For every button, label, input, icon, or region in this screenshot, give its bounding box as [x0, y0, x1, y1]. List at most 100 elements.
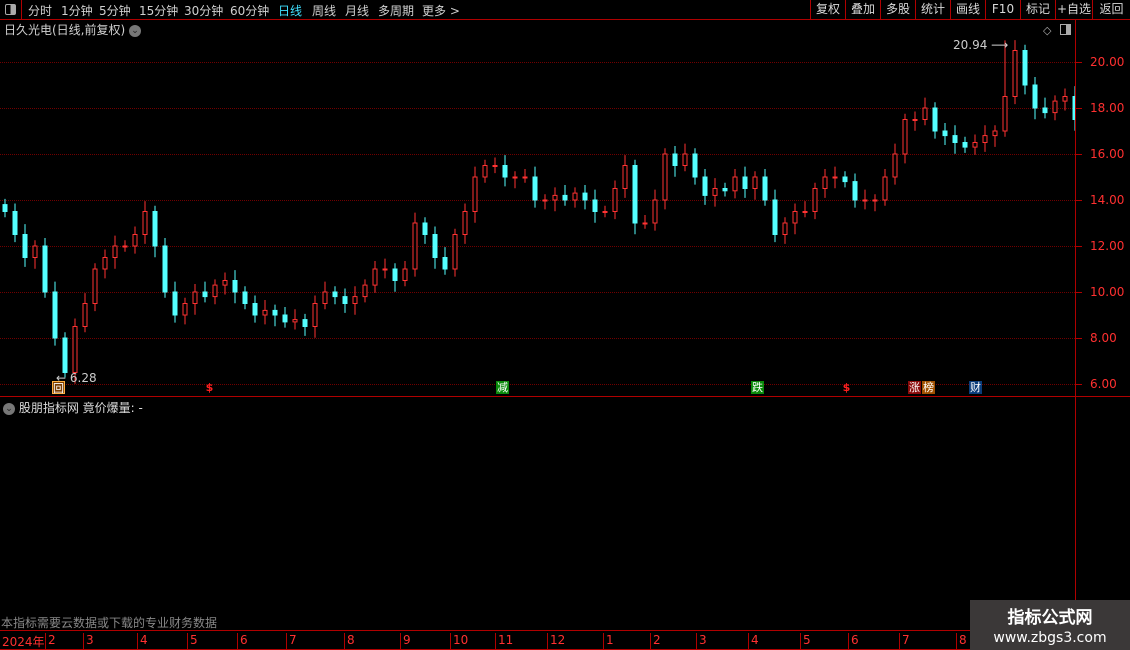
- candle[interactable]: [982, 125, 988, 152]
- candle[interactable]: [772, 189, 778, 243]
- candle[interactable]: [712, 178, 718, 207]
- candle[interactable]: [1042, 97, 1048, 119]
- candle[interactable]: [722, 182, 728, 197]
- candle[interactable]: [172, 281, 178, 323]
- candle[interactable]: [472, 166, 478, 223]
- candle[interactable]: [1022, 44, 1028, 95]
- panel-divider[interactable]: [0, 396, 1130, 397]
- candle[interactable]: [122, 240, 128, 252]
- candle[interactable]: [312, 295, 318, 338]
- candle[interactable]: [432, 226, 438, 269]
- candle[interactable]: [952, 125, 958, 154]
- candle[interactable]: [262, 300, 268, 325]
- candle[interactable]: [282, 306, 288, 328]
- candle[interactable]: [672, 145, 678, 177]
- candle[interactable]: [462, 203, 468, 244]
- candle[interactable]: [572, 187, 578, 208]
- candle[interactable]: [302, 313, 308, 336]
- candle[interactable]: [252, 295, 258, 323]
- signal-marker-1[interactable]: $: [203, 381, 216, 394]
- candle[interactable]: [372, 260, 378, 293]
- candle[interactable]: [972, 134, 978, 155]
- candle[interactable]: [2, 198, 8, 218]
- candle[interactable]: [272, 304, 278, 327]
- candlestick-chart[interactable]: [0, 0, 1075, 396]
- signal-marker-7[interactable]: 财: [969, 381, 982, 394]
- candle[interactable]: [392, 263, 398, 292]
- candle[interactable]: [892, 143, 898, 185]
- candle[interactable]: [92, 263, 98, 312]
- candle[interactable]: [22, 224, 28, 267]
- candle[interactable]: [1052, 95, 1058, 121]
- candle[interactable]: [382, 258, 388, 279]
- candle[interactable]: [112, 235, 118, 269]
- candle[interactable]: [132, 226, 138, 254]
- candle[interactable]: [422, 217, 428, 244]
- candle[interactable]: [1002, 40, 1008, 137]
- candle[interactable]: [702, 168, 708, 205]
- candle[interactable]: [362, 279, 368, 303]
- candle[interactable]: [222, 272, 228, 295]
- candle[interactable]: [242, 286, 248, 310]
- candle[interactable]: [752, 171, 758, 200]
- candle[interactable]: [692, 148, 698, 185]
- candle[interactable]: [12, 203, 18, 243]
- candle[interactable]: [942, 122, 948, 146]
- candle[interactable]: [962, 136, 968, 153]
- candle[interactable]: [32, 240, 38, 269]
- signal-marker-6[interactable]: 榜: [922, 381, 935, 394]
- candle[interactable]: [582, 185, 588, 210]
- candle[interactable]: [402, 260, 408, 287]
- candle[interactable]: [682, 143, 688, 172]
- candle[interactable]: [562, 185, 568, 206]
- candle[interactable]: [162, 237, 168, 298]
- signal-marker-0[interactable]: 回: [52, 381, 65, 395]
- candle[interactable]: [452, 228, 458, 277]
- candle[interactable]: [482, 159, 488, 183]
- candle[interactable]: [42, 237, 48, 298]
- candle[interactable]: [782, 217, 788, 244]
- candle[interactable]: [872, 194, 878, 212]
- candle[interactable]: [922, 97, 928, 126]
- candle[interactable]: [182, 297, 188, 325]
- candle[interactable]: [292, 309, 298, 330]
- candle[interactable]: [642, 214, 648, 229]
- candle[interactable]: [492, 157, 498, 174]
- signal-marker-2[interactable]: 减: [496, 381, 509, 394]
- candle[interactable]: [152, 205, 158, 258]
- toolbar-button-8[interactable]: 返回: [1092, 0, 1130, 20]
- candle[interactable]: [932, 102, 938, 139]
- candle[interactable]: [542, 194, 548, 210]
- candle[interactable]: [852, 173, 858, 208]
- candle[interactable]: [82, 293, 88, 333]
- candle[interactable]: [902, 113, 908, 164]
- signal-marker-3[interactable]: 跌: [751, 381, 764, 394]
- candle[interactable]: [812, 182, 818, 220]
- candle[interactable]: [232, 270, 238, 304]
- candle[interactable]: [102, 249, 108, 279]
- candle[interactable]: [992, 125, 998, 147]
- signal-marker-4[interactable]: $: [840, 381, 853, 394]
- candle[interactable]: [602, 205, 608, 218]
- candle[interactable]: [622, 155, 628, 198]
- candle[interactable]: [332, 286, 338, 305]
- candle[interactable]: [142, 201, 148, 244]
- candle[interactable]: [592, 189, 598, 223]
- candle[interactable]: [652, 189, 658, 231]
- candle[interactable]: [352, 286, 358, 315]
- candle[interactable]: [912, 111, 918, 131]
- signal-marker-5[interactable]: 涨: [908, 381, 921, 394]
- candle[interactable]: [632, 159, 638, 235]
- candle[interactable]: [742, 166, 748, 198]
- candle[interactable]: [52, 281, 58, 346]
- candle[interactable]: [832, 166, 838, 189]
- candle[interactable]: [532, 166, 538, 208]
- candle[interactable]: [502, 155, 508, 187]
- candle[interactable]: [512, 171, 518, 189]
- candle[interactable]: [762, 168, 768, 206]
- candle[interactable]: [822, 168, 828, 198]
- candle[interactable]: [322, 281, 328, 310]
- candle[interactable]: [442, 247, 448, 275]
- candle[interactable]: [882, 168, 888, 206]
- candle[interactable]: [412, 212, 418, 277]
